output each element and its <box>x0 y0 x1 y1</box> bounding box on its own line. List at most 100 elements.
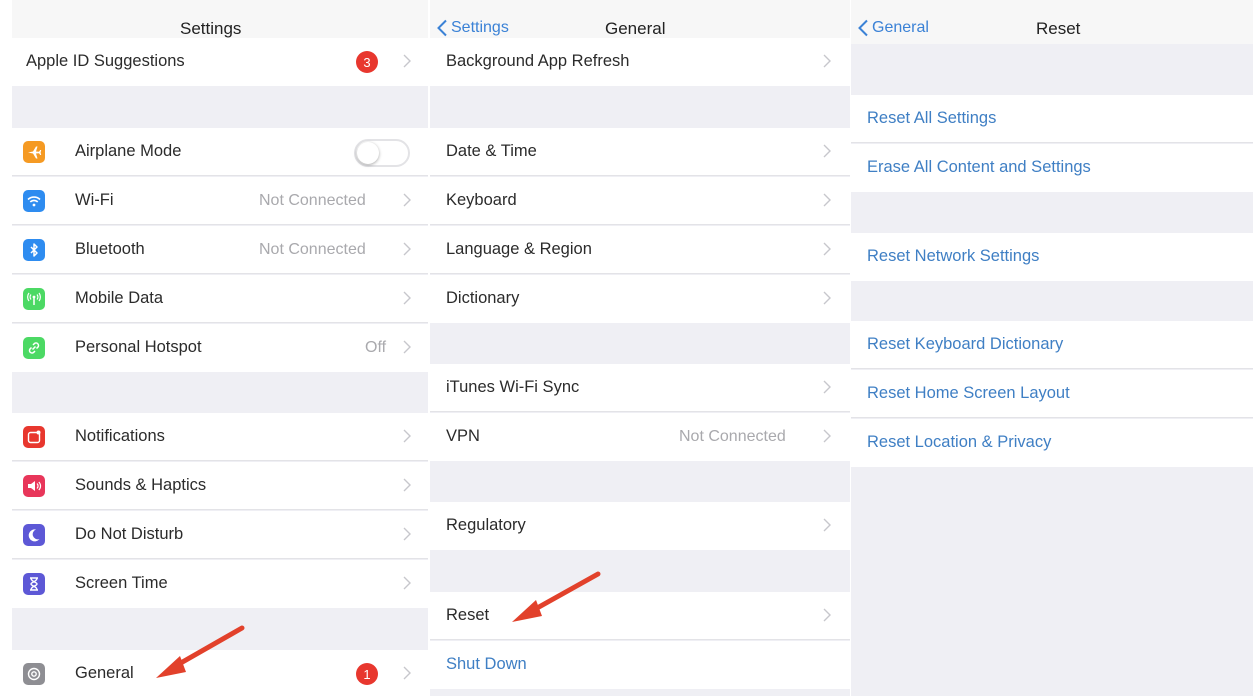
row-label: Dictionary <box>446 289 520 307</box>
row-label: Sounds & Haptics <box>75 476 207 494</box>
row-airplane-mode[interactable]: Airplane Mode <box>12 128 428 176</box>
row-vpn[interactable]: VPN Not Connected <box>430 413 850 461</box>
chevron-right-icon <box>823 144 831 158</box>
toggle-knob <box>357 142 379 164</box>
row-date-time[interactable]: Date & Time <box>430 128 850 176</box>
back-button[interactable]: General <box>857 19 929 37</box>
moon-icon <box>23 524 45 546</box>
chevron-right-icon <box>823 429 831 443</box>
page-title: Reset <box>1036 19 1081 38</box>
gear-icon <box>23 663 45 685</box>
row-label: Notifications <box>75 427 165 445</box>
hourglass-icon <box>23 573 45 595</box>
row-reset-network-settings[interactable]: Reset Network Settings <box>851 233 1253 281</box>
row-do-not-disturb[interactable]: Do Not Disturb <box>12 511 428 559</box>
hotspot-link-icon <box>23 337 45 359</box>
row-mobile-data[interactable]: Mobile Data <box>12 275 428 323</box>
chevron-right-icon <box>823 291 831 305</box>
chevron-right-icon <box>823 608 831 622</box>
row-label: General <box>75 664 134 682</box>
notification-badge: 3 <box>356 51 378 73</box>
bluetooth-icon <box>23 239 45 261</box>
row-apple-id-suggestions[interactable]: Apple ID Suggestions 3 <box>12 38 428 86</box>
row-label: Do Not Disturb <box>75 525 184 543</box>
reset-navbar: General Reset <box>851 0 1253 44</box>
row-notifications[interactable]: Notifications <box>12 413 428 461</box>
row-sounds-haptics[interactable]: Sounds & Haptics <box>12 462 428 510</box>
chevron-right-icon <box>823 380 831 394</box>
general-panel: Settings General Background App Refresh … <box>430 0 850 696</box>
back-button[interactable]: Settings <box>436 19 509 37</box>
chevron-right-icon <box>403 576 411 590</box>
row-label: Screen Time <box>75 574 168 592</box>
notification-badge: 1 <box>356 663 378 685</box>
speaker-icon <box>23 475 45 497</box>
row-dictionary[interactable]: Dictionary <box>430 275 850 323</box>
page-title: Settings <box>180 19 242 38</box>
row-label: Mobile Data <box>75 289 164 307</box>
row-background-app-refresh[interactable]: Background App Refresh <box>430 38 850 86</box>
chevron-right-icon <box>403 291 411 305</box>
shut-down-link[interactable]: Shut Down <box>446 655 527 674</box>
chevron-right-icon <box>823 193 831 207</box>
chevron-left-icon <box>858 19 868 37</box>
row-screen-time[interactable]: Screen Time <box>12 560 428 608</box>
bluetooth-status: Not Connected <box>259 241 366 258</box>
row-label: Language & Region <box>446 240 592 258</box>
row-keyboard[interactable]: Keyboard <box>430 177 850 225</box>
row-bluetooth[interactable]: Bluetooth Not Connected <box>12 226 428 274</box>
row-label: Regulatory <box>446 516 526 534</box>
row-label: Personal Hotspot <box>75 338 202 356</box>
row-wifi[interactable]: Wi-Fi Not Connected <box>12 177 428 225</box>
row-label: iTunes Wi-Fi Sync <box>446 378 580 396</box>
wifi-icon <box>23 190 45 212</box>
chevron-right-icon <box>403 193 411 207</box>
antenna-icon <box>23 288 45 310</box>
reset-panel: General Reset Reset All Settings Erase A… <box>851 0 1253 696</box>
chevron-right-icon <box>823 518 831 532</box>
row-reset-all-settings[interactable]: Reset All Settings <box>851 95 1253 143</box>
row-reset[interactable]: Reset <box>430 592 850 640</box>
row-reset-location-privacy[interactable]: Reset Location & Privacy <box>851 419 1253 467</box>
row-label: Wi-Fi <box>75 191 114 209</box>
chevron-right-icon <box>823 242 831 256</box>
notifications-icon <box>23 426 45 448</box>
vpn-status: Not Connected <box>679 428 786 445</box>
row-label: Reset Network Settings <box>867 247 1040 265</box>
chevron-right-icon <box>403 527 411 541</box>
row-itunes-wifi-sync[interactable]: iTunes Wi-Fi Sync <box>430 364 850 412</box>
chevron-right-icon <box>403 340 411 354</box>
row-reset-home-screen-layout[interactable]: Reset Home Screen Layout <box>851 370 1253 418</box>
row-personal-hotspot[interactable]: Personal Hotspot Off <box>12 324 428 372</box>
chevron-right-icon <box>403 478 411 492</box>
row-label: Reset Home Screen Layout <box>867 384 1070 402</box>
row-label: Bluetooth <box>75 240 145 258</box>
row-erase-all-content[interactable]: Erase All Content and Settings <box>851 144 1253 192</box>
airplane-mode-toggle[interactable] <box>354 139 410 167</box>
chevron-right-icon <box>403 429 411 443</box>
row-label: Background App Refresh <box>446 52 630 70</box>
annotation-arrow-icon <box>156 625 245 678</box>
wifi-status: Not Connected <box>259 192 366 209</box>
row-shut-down[interactable]: Shut Down <box>430 641 850 689</box>
airplane-icon <box>23 141 45 163</box>
row-label: Date & Time <box>446 142 537 160</box>
row-label: Reset All Settings <box>867 109 997 127</box>
row-label: Erase All Content and Settings <box>867 158 1091 176</box>
row-regulatory[interactable]: Regulatory <box>430 502 850 550</box>
row-label: Keyboard <box>446 191 517 209</box>
row-reset-keyboard-dictionary[interactable]: Reset Keyboard Dictionary <box>851 321 1253 369</box>
chevron-right-icon <box>403 242 411 256</box>
back-label: General <box>872 19 929 36</box>
settings-panel: Settings Apple ID Suggestions 3 Airplane… <box>12 0 428 696</box>
row-label: VPN <box>446 427 480 445</box>
row-label: Airplane Mode <box>75 142 182 160</box>
row-language-region[interactable]: Language & Region <box>430 226 850 274</box>
row-label: Reset <box>446 606 490 624</box>
chevron-left-icon <box>437 19 447 37</box>
row-label: Apple ID Suggestions <box>26 52 185 70</box>
annotation-arrow-icon <box>512 571 601 622</box>
hotspot-status: Off <box>365 339 387 356</box>
row-label: Reset Keyboard Dictionary <box>867 335 1064 353</box>
chevron-right-icon <box>403 666 411 680</box>
